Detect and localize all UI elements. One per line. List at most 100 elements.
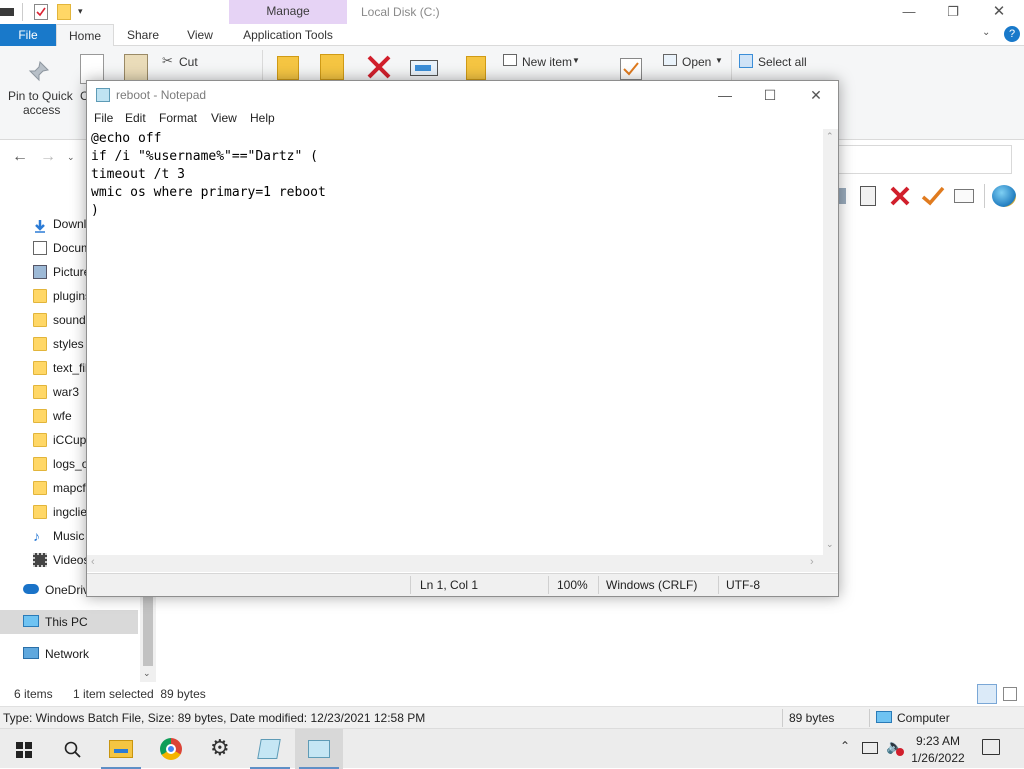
notepad-vertical-scrollbar[interactable]: ⌃ ⌄: [823, 129, 838, 555]
taskbar-notepad-active[interactable]: [295, 729, 343, 769]
scissors-icon[interactable]: ✂: [162, 53, 173, 69]
scroll-left-icon[interactable]: ‹: [91, 556, 95, 568]
globe-icon[interactable]: [992, 185, 1016, 207]
folder-icon: [33, 433, 47, 447]
nav-item-label: Pictures: [53, 265, 88, 279]
taskbar-chrome[interactable]: [147, 729, 195, 769]
taskbar-notepad[interactable]: [246, 729, 294, 769]
move-to-icon[interactable]: [277, 56, 299, 80]
select-all-button[interactable]: Select all: [758, 55, 807, 69]
notepad-text-area[interactable]: @echo off if /i "%username%"=="Dartz" ( …: [87, 129, 823, 555]
scroll-down-icon[interactable]: ⌄: [826, 539, 834, 550]
menu-file[interactable]: File: [94, 111, 113, 125]
folder-icon: [33, 361, 47, 375]
clock-time[interactable]: 9:23 AM: [908, 734, 968, 748]
menu-edit[interactable]: Edit: [125, 111, 146, 125]
open-button[interactable]: Open: [682, 55, 711, 69]
collapse-ribbon-icon[interactable]: ⌄: [982, 27, 990, 38]
nav-root-this-pc[interactable]: This PC: [0, 610, 138, 634]
notepad-minimize-icon[interactable]: —: [702, 81, 748, 109]
new-item-dropdown-icon[interactable]: ▼: [572, 56, 580, 65]
encoding: UTF-8: [726, 578, 760, 592]
open-icon[interactable]: [663, 54, 677, 66]
delete-icon[interactable]: [366, 54, 392, 83]
folder-icon: [33, 313, 47, 327]
videos-icon: [33, 553, 47, 567]
network-status-icon[interactable]: [862, 742, 878, 754]
tab-view[interactable]: View: [178, 24, 222, 46]
folder-icon: [33, 481, 47, 495]
checkmark-icon[interactable]: [921, 185, 945, 210]
notepad-close-icon[interactable]: ✕: [793, 81, 839, 109]
status-divider: [869, 709, 870, 727]
nav-scrollbar-thumb[interactable]: [143, 596, 153, 666]
nav-item-label: wfe: [53, 409, 72, 423]
nav-item-label: sounds: [53, 313, 88, 327]
folder-icon: [33, 457, 47, 471]
tab-home[interactable]: Home: [56, 24, 114, 47]
notifications-icon[interactable]: [982, 739, 1000, 755]
recent-locations-icon[interactable]: ⌄: [67, 152, 75, 163]
nav-root-network[interactable]: Network: [0, 642, 140, 666]
menu-help[interactable]: Help: [250, 111, 275, 125]
properties-ribbon-icon[interactable]: [620, 58, 642, 80]
new-folder-icon[interactable]: [57, 4, 71, 20]
tab-share[interactable]: Share: [120, 24, 166, 46]
help-icon[interactable]: ?: [1004, 26, 1020, 42]
menu-format[interactable]: Format: [159, 111, 197, 125]
delete-file-icon[interactable]: [889, 185, 911, 210]
folder-icon: [33, 385, 47, 399]
copy-to-icon[interactable]: [320, 54, 344, 80]
code-line: timeout /t 3: [91, 167, 185, 182]
notepad-horizontal-scrollbar[interactable]: ‹ ›: [87, 555, 823, 572]
customize-qat-icon[interactable]: ▾: [78, 6, 83, 17]
select-all-icon[interactable]: [739, 54, 753, 68]
status-divider: [548, 576, 549, 594]
status-divider: [718, 576, 719, 594]
pin-label-2[interactable]: access: [23, 103, 60, 117]
rename-icon[interactable]: [410, 60, 438, 76]
new-item-button[interactable]: New item: [522, 55, 572, 69]
scroll-down-icon[interactable]: ⌄: [143, 668, 151, 679]
tab-application-tools[interactable]: Application Tools: [229, 24, 347, 46]
pin-icon[interactable]: [28, 60, 50, 82]
close-icon[interactable]: ✕: [976, 0, 1022, 24]
code-line: ): [91, 203, 99, 218]
notepad-maximize-icon[interactable]: ☐: [747, 81, 793, 109]
search-button[interactable]: [48, 729, 96, 769]
nav-item-label: logs_old: [53, 457, 88, 471]
status-divider: [598, 576, 599, 594]
clock-date[interactable]: 1/26/2022: [908, 751, 968, 765]
minimize-icon[interactable]: —: [886, 0, 932, 24]
menu-view[interactable]: View: [211, 111, 237, 125]
details-view-icon[interactable]: [977, 684, 997, 704]
notepad-title-bar[interactable]: reboot - Notepad — ☐ ✕: [87, 81, 838, 109]
new-folder-ribbon-icon[interactable]: [466, 56, 486, 80]
title-divider: [22, 3, 23, 21]
rename-file-icon[interactable]: [954, 189, 974, 203]
clipboard-icon[interactable]: [860, 186, 876, 206]
items-count: 6 items: [14, 687, 53, 701]
large-icons-view-icon[interactable]: [1003, 687, 1017, 701]
contextual-tab-manage[interactable]: Manage: [229, 0, 347, 24]
taskbar-settings[interactable]: ⚙: [197, 729, 245, 769]
taskbar-file-explorer[interactable]: [97, 729, 145, 769]
cut-label[interactable]: Cut: [179, 55, 198, 69]
show-hidden-icons-icon[interactable]: ⌃: [840, 739, 850, 753]
document-icon[interactable]: [838, 188, 846, 204]
scroll-up-icon[interactable]: ⌃: [826, 131, 834, 142]
search-box[interactable]: [838, 145, 1012, 174]
paste-icon[interactable]: [124, 54, 148, 82]
forward-arrow-icon[interactable]: →: [40, 148, 56, 166]
start-button[interactable]: [0, 729, 48, 769]
scroll-right-icon[interactable]: ›: [810, 556, 814, 568]
muted-badge-icon: [896, 748, 904, 756]
pin-label-1[interactable]: Pin to Quick: [8, 89, 73, 103]
computer-icon: [876, 711, 892, 723]
restore-icon[interactable]: ❐: [930, 0, 976, 24]
back-arrow-icon[interactable]: ←: [12, 148, 28, 166]
tab-file[interactable]: File: [0, 24, 56, 46]
open-dropdown-icon[interactable]: ▼: [715, 56, 723, 65]
properties-icon[interactable]: [34, 4, 48, 20]
new-item-icon[interactable]: [503, 54, 517, 66]
